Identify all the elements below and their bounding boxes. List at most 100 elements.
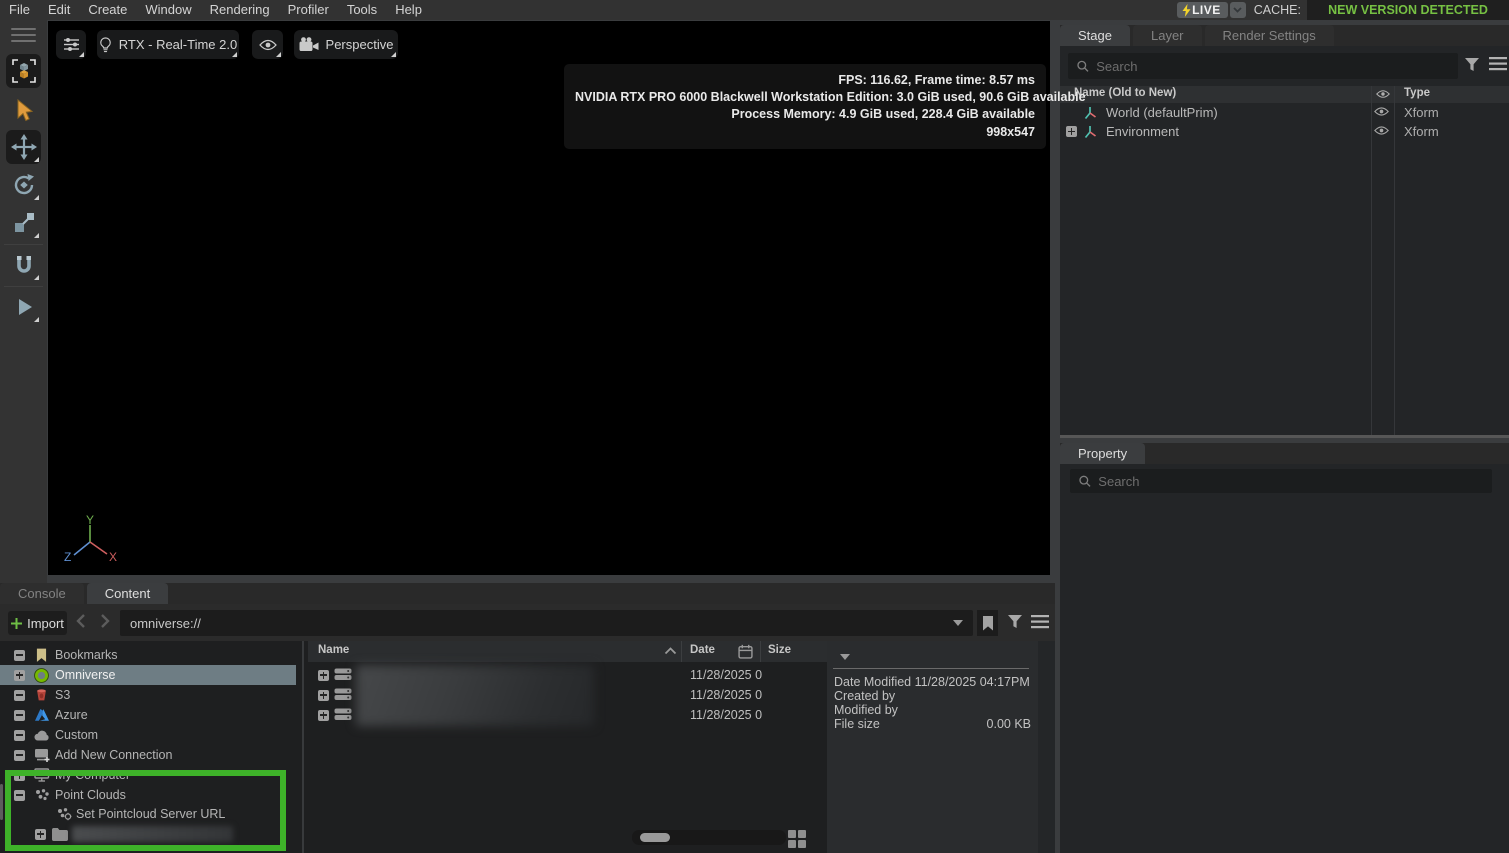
expand-icon[interactable] xyxy=(318,670,329,681)
stage-search-input[interactable] xyxy=(1096,59,1450,74)
back-button[interactable] xyxy=(76,613,86,629)
expand-icon[interactable] xyxy=(318,690,329,701)
add-connection-icon xyxy=(33,747,50,763)
stage-filter-button[interactable] xyxy=(1464,57,1481,73)
content-filter-button[interactable] xyxy=(1007,614,1024,630)
tree-item-label: Custom xyxy=(55,728,98,742)
live-dropdown-button[interactable] xyxy=(1230,2,1246,18)
select-tool-button[interactable] xyxy=(6,94,41,128)
collapse-icon[interactable] xyxy=(14,790,25,801)
tree-item-omniverse[interactable]: Omniverse xyxy=(0,665,296,685)
tab-stage[interactable]: Stage xyxy=(1060,25,1130,46)
collapse-icon[interactable] xyxy=(14,750,25,761)
address-input[interactable] xyxy=(130,616,953,631)
panel-splitter[interactable] xyxy=(1060,435,1509,438)
scale-tool-button[interactable] xyxy=(6,206,41,240)
tree-item-azure[interactable]: Azure xyxy=(0,705,296,725)
collapse-icon[interactable] xyxy=(14,730,25,741)
address-bar[interactable] xyxy=(120,610,973,636)
details-collapse-icon[interactable] xyxy=(840,654,850,660)
expand-icon[interactable] xyxy=(14,770,25,781)
move-tool-button[interactable] xyxy=(6,130,41,164)
forward-button[interactable] xyxy=(100,613,110,629)
tab-layer[interactable]: Layer xyxy=(1133,25,1202,46)
viewport[interactable]: RTX - Real-Time 2.0 Perspective FPS: 116… xyxy=(48,21,1050,575)
tree-scrollbar[interactable] xyxy=(0,784,3,820)
expand-icon[interactable] xyxy=(14,670,25,681)
tab-content[interactable]: Content xyxy=(87,583,169,604)
stage-options-button[interactable] xyxy=(1489,57,1507,71)
property-search-box[interactable] xyxy=(1070,469,1492,493)
tree-item-add-new-connection[interactable]: Add New Connection xyxy=(0,745,296,765)
tree-item-custom[interactable]: Custom xyxy=(0,725,296,745)
stage-search-box[interactable] xyxy=(1068,53,1458,79)
menu-file[interactable]: File xyxy=(0,0,39,20)
renderer-button[interactable]: RTX - Real-Time 2.0 xyxy=(97,30,239,59)
snap-tool-button[interactable] xyxy=(6,248,41,282)
visibility-eye-icon[interactable] xyxy=(1374,106,1389,117)
collapse-icon[interactable] xyxy=(14,710,25,721)
column-name-label[interactable]: Name xyxy=(318,644,349,656)
rotate-tool-button[interactable] xyxy=(6,168,41,202)
stage-column-header[interactable]: Name (Old to New) Type xyxy=(1060,86,1509,103)
property-search-input[interactable] xyxy=(1098,474,1484,489)
tree-item-server-folder[interactable] xyxy=(0,824,296,844)
expand-icon[interactable] xyxy=(35,829,46,840)
tab-property-label: Property xyxy=(1078,446,1127,461)
tree-item-bookmarks[interactable]: Bookmarks xyxy=(0,645,296,665)
menu-rendering[interactable]: Rendering xyxy=(201,0,279,20)
tool-dropdown-corner-icon xyxy=(34,195,39,200)
column-date-label[interactable]: Date xyxy=(690,644,715,656)
menu-icon xyxy=(1031,615,1049,629)
expand-icon[interactable] xyxy=(318,710,329,721)
menu-edit[interactable]: Edit xyxy=(39,0,79,20)
grid-view-button[interactable] xyxy=(788,830,806,847)
camera-button[interactable]: Perspective xyxy=(294,30,398,59)
address-dropdown-icon[interactable] xyxy=(953,620,963,626)
panel-divider[interactable] xyxy=(302,641,304,853)
stage-row-environment[interactable]: Environment Xform xyxy=(1060,122,1509,141)
tree-item-s3[interactable]: S3 xyxy=(0,685,296,705)
menu-help[interactable]: Help xyxy=(386,0,431,20)
menu-window[interactable]: Window xyxy=(136,0,200,20)
visibility-button[interactable] xyxy=(252,30,283,59)
tree-item-label: Add New Connection xyxy=(55,748,172,762)
column-name-label[interactable]: Name (Old to New) xyxy=(1074,87,1176,99)
tab-console[interactable]: Console xyxy=(0,583,84,604)
live-button[interactable]: LIVE xyxy=(1177,2,1228,18)
tab-content-label: Content xyxy=(105,586,151,601)
prim-name[interactable]: Environment xyxy=(1106,124,1179,139)
viewport-settings-button[interactable] xyxy=(56,30,86,59)
expand-icon[interactable] xyxy=(1066,126,1077,137)
tree-item-set-pointcloud-server-url[interactable]: Set Pointcloud Server URL xyxy=(0,804,296,824)
import-button[interactable]: Import xyxy=(8,611,67,635)
tree-item-point-clouds[interactable]: Point Clouds xyxy=(0,785,296,805)
calendar-icon[interactable] xyxy=(738,644,753,659)
toolbar-grip-icon[interactable] xyxy=(11,28,36,46)
tab-property[interactable]: Property xyxy=(1060,443,1145,464)
slider-handle[interactable] xyxy=(640,833,670,842)
prim-name[interactable]: World (defaultPrim) xyxy=(1106,105,1218,120)
tree-item-my-computer[interactable]: My Computer xyxy=(0,765,296,785)
bookmark-button[interactable] xyxy=(977,610,998,636)
visibility-eye-icon[interactable] xyxy=(1374,125,1389,136)
menu-tools[interactable]: Tools xyxy=(338,0,386,20)
collapse-icon[interactable] xyxy=(14,650,25,661)
menu-create[interactable]: Create xyxy=(79,0,136,20)
stage-row-world[interactable]: World (defaultPrim) Xform xyxy=(1060,103,1509,122)
file-list-header[interactable]: Name Date Size xyxy=(308,641,827,662)
created-by-label: Created by xyxy=(834,689,895,703)
tab-render-settings[interactable]: Render Settings xyxy=(1205,25,1334,46)
tree-item-label: Bookmarks xyxy=(55,648,118,662)
collapse-icon[interactable] xyxy=(14,690,25,701)
selection-mode-button[interactable] xyxy=(6,54,41,88)
play-button[interactable] xyxy=(6,290,41,324)
column-type-label[interactable]: Type xyxy=(1404,87,1430,99)
thumbnail-size-slider[interactable] xyxy=(632,830,786,845)
content-options-button[interactable] xyxy=(1031,615,1049,629)
filter-icon xyxy=(1464,57,1481,73)
sort-ascending-icon[interactable] xyxy=(664,647,677,655)
column-size-label[interactable]: Size xyxy=(768,644,791,656)
menu-profiler[interactable]: Profiler xyxy=(279,0,338,20)
stats-process-memory: Process Memory: 4.9 GiB used, 228.4 GiB … xyxy=(575,106,1035,123)
